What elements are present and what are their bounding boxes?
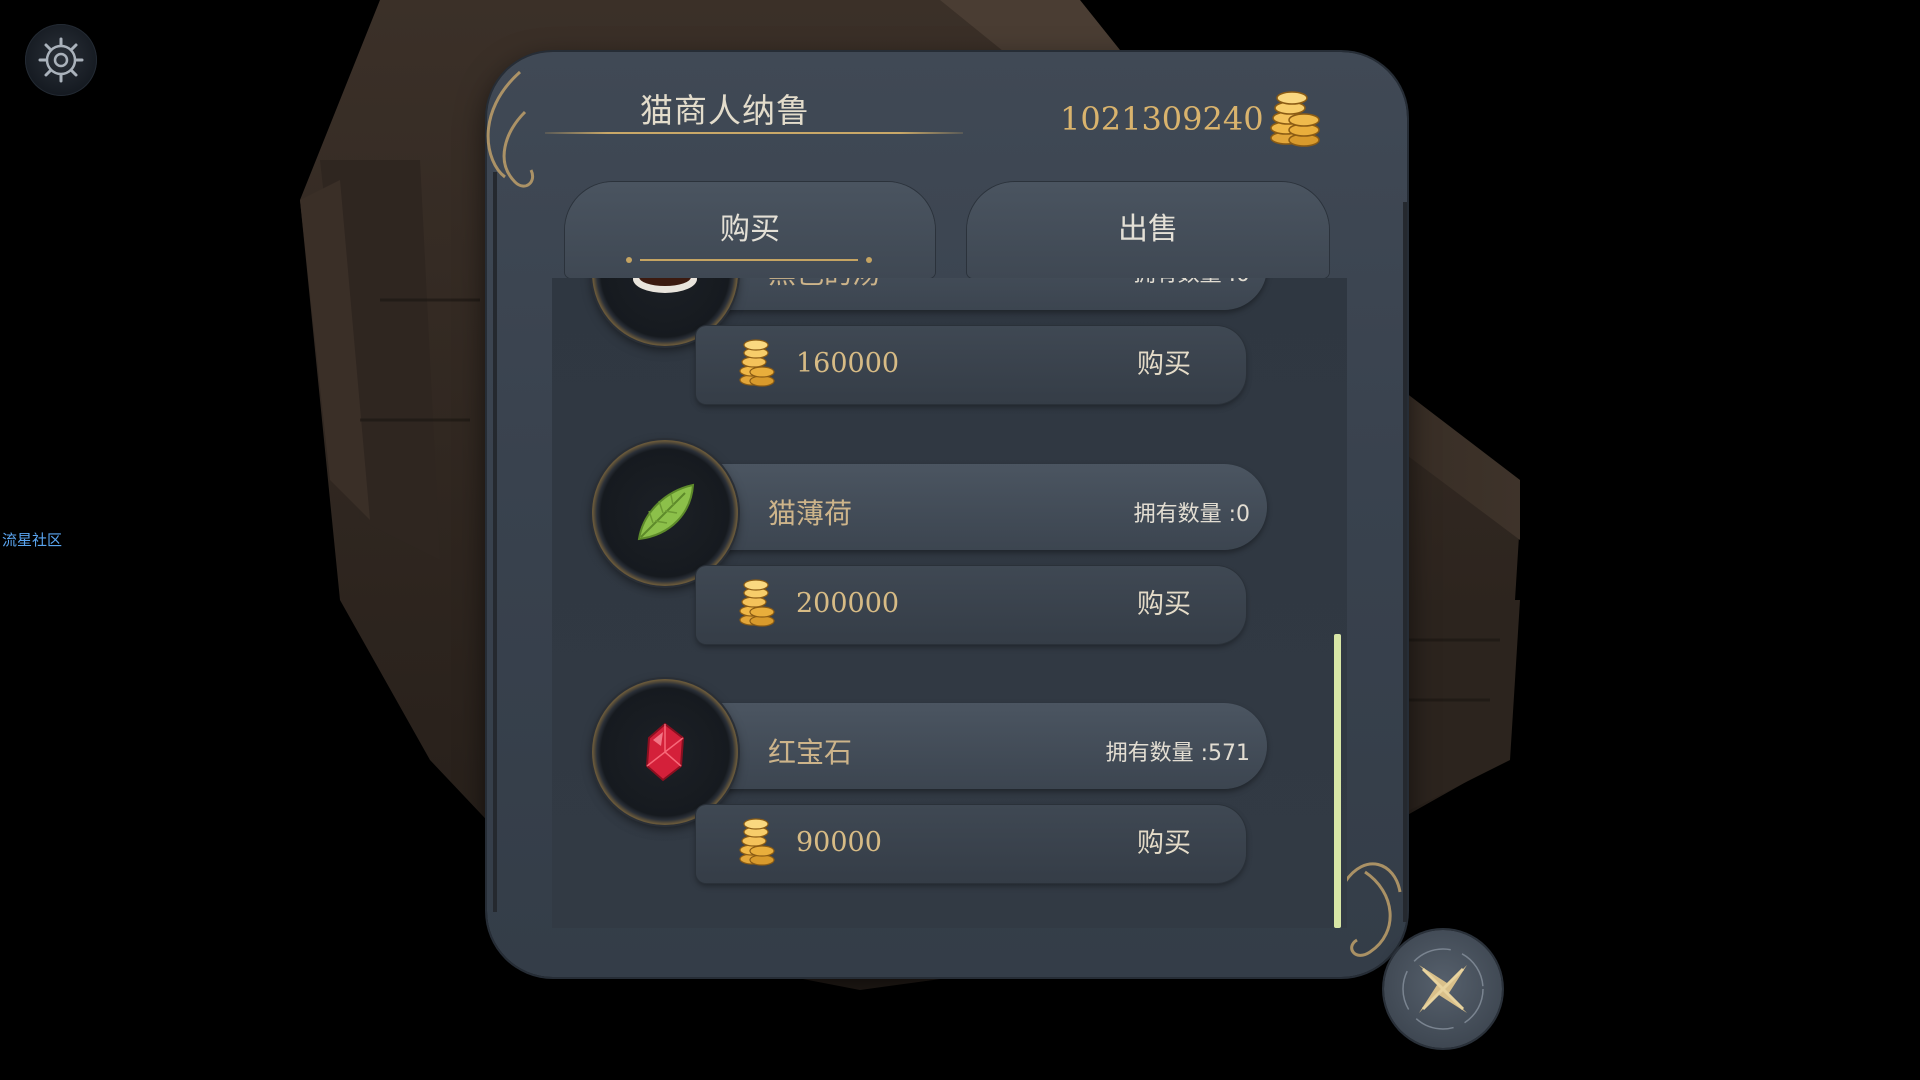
gold-total: 1021309240 xyxy=(1060,100,1264,138)
title-underline xyxy=(545,132,963,134)
close-button[interactable] xyxy=(1384,930,1502,1048)
buy-button[interactable]: 购买 xyxy=(1114,344,1214,386)
item-owned-count: 拥有数量 :0 xyxy=(1012,278,1250,288)
tab-buy-label: 购买 xyxy=(720,212,780,247)
item-price-bar: 160000 购买 xyxy=(696,326,1246,404)
item-icon-frame[interactable] xyxy=(592,440,738,586)
tab-sell-label: 出售 xyxy=(1118,212,1178,247)
close-icon xyxy=(1402,948,1484,1030)
item-price-bar: 200000 购买 xyxy=(696,566,1246,644)
active-tab-indicator xyxy=(626,257,872,263)
list-item: 黑色的汤 拥有数量 :0 160000 xyxy=(552,278,1347,430)
item-name: 红宝石 xyxy=(768,736,853,769)
compass-gear-icon xyxy=(38,37,84,83)
black-soup-bowl-icon xyxy=(633,278,697,293)
item-name: 黑色的汤 xyxy=(768,278,880,292)
tab-buy[interactable]: 购买 xyxy=(565,182,935,278)
list-item: 红宝石 拥有数量 :571 90000 购买 xyxy=(552,679,1347,909)
item-icon-frame[interactable] xyxy=(592,679,738,825)
gold-coins-icon xyxy=(1270,91,1320,147)
game-screen: 流星社区 猫商人纳鲁 1021309240 购买 出售 160000 购买 猫薄… xyxy=(0,0,1920,1080)
item-price-bar: 90000 购买 xyxy=(696,805,1246,883)
gold-coin-icon xyxy=(739,339,775,387)
shop-title: 猫商人纳鲁 xyxy=(640,91,810,130)
item-list[interactable]: 黑色的汤 拥有数量 :0 160000 xyxy=(552,278,1347,928)
community-link[interactable]: 流星社区 xyxy=(2,529,62,550)
settings-button[interactable] xyxy=(25,24,97,96)
item-price: 200000 xyxy=(796,588,900,619)
item-price: 160000 xyxy=(796,348,900,379)
catnip-leaf-icon xyxy=(637,483,695,541)
list-item: 猫薄荷 拥有数量 :0 200000 购买 xyxy=(552,440,1347,670)
item-name: 猫薄荷 xyxy=(768,497,853,530)
item-owned-count: 拥有数量 :0 xyxy=(1133,502,1250,527)
item-owned-count: 拥有数量 :571 xyxy=(1105,741,1250,766)
buy-button[interactable]: 购买 xyxy=(1114,823,1214,865)
gold-coin-icon xyxy=(739,579,775,627)
buy-button[interactable]: 购买 xyxy=(1114,584,1214,626)
scrollbar-thumb[interactable] xyxy=(1334,634,1341,928)
gold-coin-icon xyxy=(739,818,775,866)
ruby-gem-icon xyxy=(645,722,685,782)
item-price: 90000 xyxy=(796,827,882,858)
tab-sell[interactable]: 出售 xyxy=(967,182,1329,278)
